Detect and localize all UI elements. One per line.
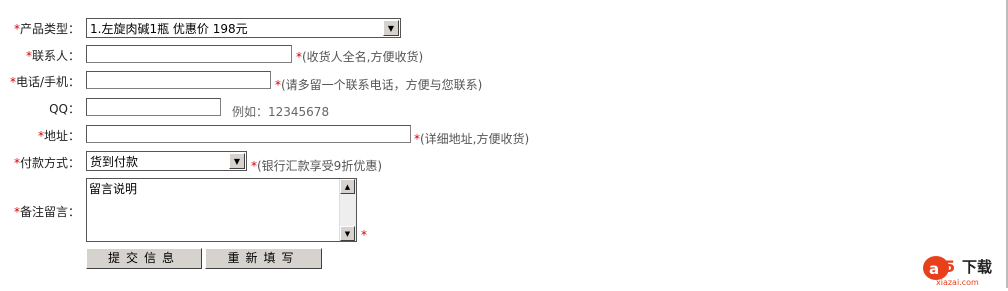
- contact-hint-text: (收货人全名,方便收货): [302, 50, 424, 64]
- payment-label: *付款方式：: [0, 154, 80, 171]
- watermark-domain: xiazai.com: [936, 278, 979, 287]
- qq-input[interactable]: [86, 98, 221, 116]
- watermark-logo: a 5 下载 xiazai.com: [922, 254, 1006, 288]
- contact-label: *联系人：: [0, 47, 80, 64]
- phone-input[interactable]: [86, 71, 271, 89]
- chevron-down-icon[interactable]: ▼: [229, 153, 245, 169]
- product-type-label: *产品类型：: [0, 20, 80, 37]
- address-hint: *(详细地址,方便收货): [414, 130, 529, 147]
- message-scrollbar[interactable]: ▲ ▼: [339, 179, 356, 241]
- product-type-label-text: 产品类型：: [19, 22, 80, 36]
- message-required-mark: *: [361, 228, 367, 242]
- contact-hint: *(收货人全名,方便收货): [296, 48, 423, 65]
- phone-label: *电话/手机：: [0, 73, 80, 90]
- payment-hint: *(银行汇款享受9折优惠): [251, 157, 382, 174]
- contact-label-text: 联系人：: [31, 49, 80, 63]
- qq-label: QQ：: [0, 100, 80, 117]
- contact-name-input[interactable]: [86, 45, 292, 63]
- payment-method-select[interactable]: 货到付款 ▼: [86, 151, 247, 171]
- message-text: 留言说明: [89, 182, 138, 196]
- submit-button[interactable]: 提交信息: [86, 248, 202, 269]
- message-label-text: 备注留言：: [19, 205, 80, 219]
- watermark-text: 下载: [962, 258, 993, 276]
- phone-hint-text: (请多留一个联系电话，方便与您联系): [281, 78, 483, 92]
- product-type-select[interactable]: 1.左旋肉碱1瓶 优惠价 198元 ▼: [86, 18, 401, 38]
- address-label-text: 地址：: [43, 129, 80, 143]
- address-hint-text: (详细地址,方便收货): [420, 132, 530, 146]
- qq-label-text: QQ：: [49, 102, 80, 116]
- address-input[interactable]: [86, 125, 411, 143]
- payment-hint-text: (银行汇款享受9折优惠): [257, 159, 382, 173]
- address-label: *地址：: [0, 127, 80, 144]
- svg-text:a: a: [929, 260, 939, 278]
- product-type-value: 1.左旋肉碱1瓶 优惠价 198元: [90, 21, 248, 36]
- reset-button[interactable]: 重新填写: [205, 248, 322, 269]
- phone-label-text: 电话/手机：: [15, 75, 80, 89]
- payment-method-value: 货到付款: [90, 154, 139, 169]
- phone-hint: *(请多留一个联系电话，方便与您联系): [275, 76, 482, 93]
- svg-text:5: 5: [944, 257, 955, 276]
- chevron-down-icon[interactable]: ▼: [383, 20, 399, 36]
- message-textarea[interactable]: 留言说明 ▲ ▼: [86, 178, 357, 242]
- qq-hint: 例如：12345678: [232, 105, 330, 119]
- scroll-up-icon[interactable]: ▲: [340, 179, 355, 194]
- message-label: *备注留言：: [0, 203, 80, 220]
- payment-label-text: 付款方式：: [19, 156, 80, 170]
- scroll-down-icon[interactable]: ▼: [340, 226, 355, 241]
